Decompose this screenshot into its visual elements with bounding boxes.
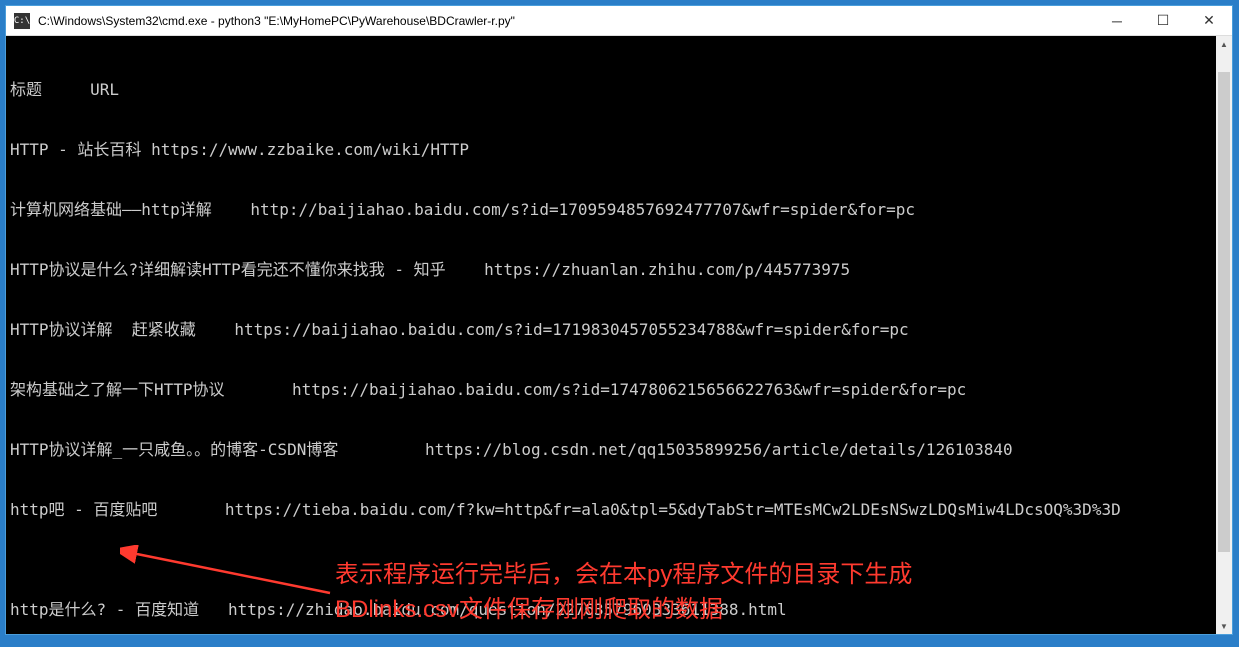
console-line: HTTP协议详解_一只咸鱼。。的博客-CSDN博客 https://blog.c… [10, 440, 1232, 460]
maximize-button[interactable]: ☐ [1140, 6, 1186, 35]
scrollbar-track[interactable] [1216, 52, 1232, 618]
console-output[interactable]: 标题 URL HTTP - 站长百科 https://www.zzbaike.c… [6, 36, 1232, 634]
console-line: HTTP协议是什么?详细解读HTTP看完还不懂你来找我 - 知乎 https:/… [10, 260, 1232, 280]
window-controls: ─ ☐ ✕ [1094, 6, 1232, 35]
console-line: 计算机网络基础——http详解 http://baijiahao.baidu.c… [10, 200, 1232, 220]
vertical-scrollbar[interactable]: ▲ ▼ [1216, 36, 1232, 634]
console-line: 架构基础之了解一下HTTP协议 https://baijiahao.baidu.… [10, 380, 1232, 400]
console-line: http吧 - 百度贴吧 https://tieba.baidu.com/f?k… [10, 500, 1232, 520]
scroll-up-arrow-icon[interactable]: ▲ [1216, 36, 1232, 52]
console-line: HTTP - 站长百科 https://www.zzbaike.com/wiki… [10, 140, 1232, 160]
console-line: HTTP协议详解 赶紧收藏 https://baijiahao.baidu.co… [10, 320, 1232, 340]
close-button[interactable]: ✕ [1186, 6, 1232, 35]
scrollbar-thumb[interactable] [1218, 72, 1230, 552]
cmd-icon: C:\ [14, 13, 30, 29]
annotation-text-line1: 表示程序运行完毕后，会在本py程序文件的目录下生成 [335, 559, 912, 591]
titlebar[interactable]: C:\ C:\Windows\System32\cmd.exe - python… [6, 6, 1232, 36]
minimize-button[interactable]: ─ [1094, 6, 1140, 35]
annotation-text-line2: BDlinks.csv文件保存刚刚爬取的数据 [335, 594, 723, 626]
scroll-down-arrow-icon[interactable]: ▼ [1216, 618, 1232, 634]
window-title: C:\Windows\System32\cmd.exe - python3 "E… [38, 14, 1094, 28]
console-line: 标题 URL [10, 80, 1232, 100]
cmd-window: C:\ C:\Windows\System32\cmd.exe - python… [5, 5, 1233, 635]
